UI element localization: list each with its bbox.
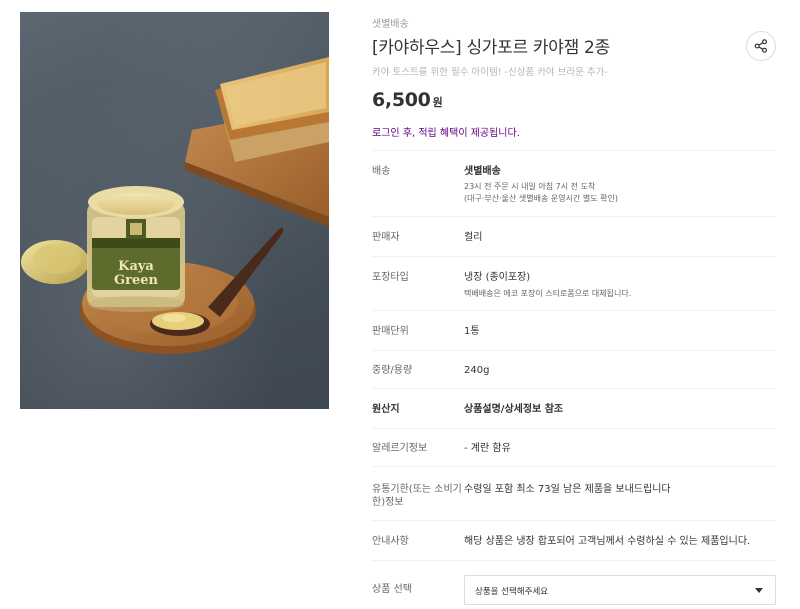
spec-row-weight: 중량/용량 240g [372, 350, 776, 388]
spec-value-delivery: 샛별배송 [464, 166, 501, 177]
spec-row-seller: 판매자 컬리 [372, 216, 776, 256]
spec-note-delivery-region: (대구·부산·울산 샛별배송 운영시간 별도 확인) [464, 194, 618, 203]
login-benefit-text: 로그인 후, 적립 혜택이 제공됩니다. [372, 128, 520, 139]
spec-label-origin: 원산지 [372, 404, 400, 415]
spec-value-unit: 1통 [464, 326, 480, 337]
jar-label-green: Green [114, 273, 158, 288]
spec-label-notice: 안내사항 [372, 536, 409, 547]
spec-row-origin: 원산지 상품설명/상세정보 참조 [372, 388, 776, 428]
spec-row-delivery: 배송 샛별배송 23시 전 주문 시 내일 아침 7시 전 도착 (대구·부산·… [372, 150, 776, 216]
spec-row-expiry: 유통기한(또는 소비기 한)정보 수령일 포함 최소 73일 남은 제품을 보내… [372, 466, 776, 520]
spec-label-allergy: 알레르기정보 [372, 443, 428, 454]
spec-row-allergy: 알레르기정보 - 계란 함유 [372, 428, 776, 466]
spec-value-seller: 컬리 [464, 232, 483, 243]
product-photo-illustration: Kaya Green [21, 57, 329, 354]
share-button[interactable] [746, 31, 776, 61]
spec-label-delivery: 배송 [372, 166, 391, 177]
spec-label-expiry-line1: 유통기한(또는 소비기 [372, 484, 462, 495]
share-icon [754, 39, 768, 53]
price-amount: 6,500 [372, 89, 431, 111]
option-select[interactable]: 상품을 선택해주세요 [464, 575, 776, 605]
spec-label-weight: 중량/용량 [372, 365, 413, 376]
spec-label-option: 상품 선택 [372, 584, 412, 595]
price-unit: 원 [432, 96, 443, 109]
spec-value-notice: 해당 상품은 냉장 합포되어 고객님께서 수령하실 수 있는 제품입니다. [464, 536, 751, 547]
jar-label-kaya: Kaya [118, 259, 154, 274]
spec-label-seller: 판매자 [372, 232, 400, 243]
product-image: Kaya Green [20, 12, 329, 409]
spec-label-unit: 판매단위 [372, 326, 409, 337]
spec-row-unit: 판매단위 1통 [372, 310, 776, 350]
spec-value-weight: 240g [464, 365, 490, 376]
product-subtitle: 카야 토스트를 위한 필수 아이템! -신상품 카야 브라운 추가- [372, 67, 608, 78]
option-select-placeholder: 상품을 선택해주세요 [475, 587, 549, 597]
spec-value-origin: 상품설명/상세정보 참조 [464, 404, 564, 415]
product-title: [카야하우스] 싱가포르 카야잼 2종 [372, 38, 610, 58]
spec-note-delivery-time: 23시 전 주문 시 내일 아침 7시 전 도착 [464, 182, 596, 191]
spec-row-option: 상품 선택 상품을 선택해주세요 [372, 560, 776, 609]
price: 6,500 원 [372, 89, 443, 111]
spec-label-expiry-line2: 한)정보 [372, 497, 404, 508]
spec-value-packaging: 냉장 (종이포장) [464, 272, 531, 283]
spec-note-packaging: 택배배송은 에코 포장이 스티로폼으로 대체됩니다. [464, 289, 632, 298]
delivery-type-label: 샛별배송 [372, 19, 409, 30]
spec-row-packaging: 포장타입 냉장 (종이포장) 택배배송은 에코 포장이 스티로폼으로 대체됩니다… [372, 256, 776, 310]
caret-down-icon [755, 588, 763, 593]
spec-value-expiry: 수령일 포함 최소 73일 남은 제품을 보내드립니다 [464, 484, 671, 495]
spec-value-allergy: - 계란 함유 [464, 443, 511, 454]
spec-row-notice: 안내사항 해당 상품은 냉장 합포되어 고객님께서 수령하실 수 있는 제품입니… [372, 520, 776, 560]
spec-label-packaging: 포장타입 [372, 272, 409, 283]
